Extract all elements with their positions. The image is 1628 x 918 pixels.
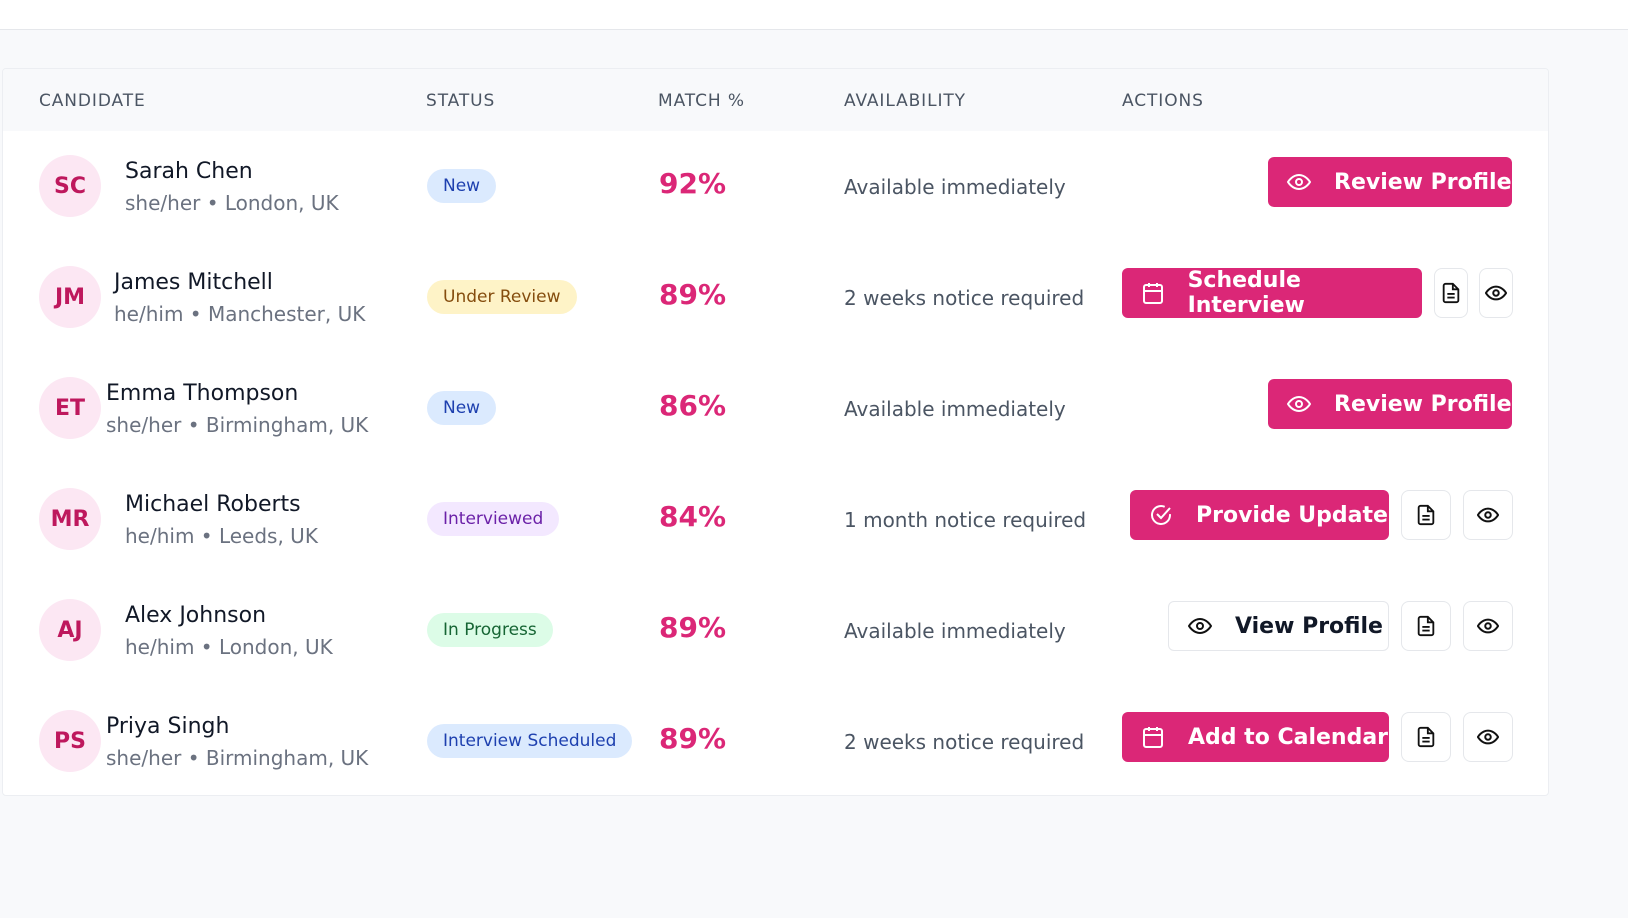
eye-icon bbox=[1477, 726, 1499, 748]
match-percent: 86% bbox=[659, 389, 727, 422]
eye-icon bbox=[1477, 615, 1499, 637]
status-badge: Interviewed bbox=[427, 502, 560, 536]
candidate-meta: she/her • Birmingham, UK bbox=[106, 413, 369, 437]
review-profile-button[interactable]: Review Profile bbox=[1268, 379, 1512, 429]
avatar: MR bbox=[39, 488, 101, 550]
button-label: Schedule Interview bbox=[1187, 268, 1305, 318]
button-label: Add to Calendar bbox=[1188, 724, 1389, 750]
view-button[interactable] bbox=[1463, 490, 1513, 540]
header-actions: ACTIONS bbox=[1122, 91, 1204, 111]
status-badge: Under Review bbox=[427, 280, 577, 314]
status-badge: In Progress bbox=[427, 613, 553, 647]
candidate-meta: she/her • London, UK bbox=[125, 191, 339, 215]
document-icon bbox=[1415, 725, 1437, 749]
view-button[interactable] bbox=[1463, 712, 1513, 762]
calendar-icon bbox=[1140, 724, 1166, 750]
status-badge: New bbox=[427, 169, 497, 203]
availability-text: 2 weeks notice required bbox=[844, 286, 1085, 310]
eye-icon bbox=[1187, 613, 1213, 639]
document-button[interactable] bbox=[1434, 268, 1468, 318]
document-button[interactable] bbox=[1401, 712, 1451, 762]
review-profile-button[interactable]: Review Profile bbox=[1268, 157, 1512, 207]
provide-update-button[interactable]: Provide Update bbox=[1130, 490, 1389, 540]
match-percent: 84% bbox=[659, 500, 727, 533]
schedule-interview-button[interactable]: Schedule Interview bbox=[1122, 268, 1422, 318]
table-row: ET Emma Thompson she/her • Birmingham, U… bbox=[3, 353, 1548, 464]
candidate-name[interactable]: Alex Johnson bbox=[125, 603, 266, 628]
candidate-meta: he/him • Manchester, UK bbox=[114, 302, 366, 326]
availability-text: 2 weeks notice required bbox=[844, 730, 1085, 754]
candidate-name[interactable]: Michael Roberts bbox=[125, 492, 301, 517]
table-row: MR Michael Roberts he/him • Leeds, UK In… bbox=[3, 464, 1548, 575]
candidate-name[interactable]: Priya Singh bbox=[106, 714, 229, 739]
button-label: View Profile bbox=[1235, 613, 1383, 639]
eye-icon bbox=[1286, 169, 1312, 195]
table-row: AJ Alex Johnson he/him • London, UK In P… bbox=[3, 575, 1548, 686]
eye-icon bbox=[1286, 391, 1312, 417]
button-label: Review Profile bbox=[1334, 169, 1512, 195]
view-button[interactable] bbox=[1463, 601, 1513, 651]
avatar: SC bbox=[39, 155, 101, 217]
add-to-calendar-button[interactable]: Add to Calendar bbox=[1122, 712, 1389, 762]
header-candidate: CANDIDATE bbox=[39, 91, 146, 111]
avatar: PS bbox=[39, 710, 101, 772]
match-percent: 89% bbox=[659, 611, 727, 644]
availability-text: Available immediately bbox=[844, 619, 1066, 643]
view-button[interactable] bbox=[1479, 268, 1513, 318]
document-button[interactable] bbox=[1401, 490, 1451, 540]
candidates-table: CANDIDATE STATUS MATCH % AVAILABILITY AC… bbox=[2, 68, 1549, 796]
check-circle-icon bbox=[1148, 502, 1174, 528]
document-icon bbox=[1415, 503, 1437, 527]
document-button[interactable] bbox=[1401, 601, 1451, 651]
document-icon bbox=[1440, 281, 1462, 305]
header-match: MATCH % bbox=[658, 91, 745, 111]
candidate-meta: she/her • Birmingham, UK bbox=[106, 746, 369, 770]
match-percent: 92% bbox=[659, 167, 727, 200]
header-status: STATUS bbox=[426, 91, 496, 111]
candidate-name[interactable]: Sarah Chen bbox=[125, 159, 253, 184]
candidate-meta: he/him • London, UK bbox=[125, 635, 333, 659]
table-row: JM James Mitchell he/him • Manchester, U… bbox=[3, 242, 1548, 353]
avatar: AJ bbox=[39, 599, 101, 661]
availability-text: Available immediately bbox=[844, 175, 1066, 199]
candidate-name[interactable]: James Mitchell bbox=[114, 270, 273, 295]
calendar-icon bbox=[1140, 280, 1166, 306]
view-profile-button[interactable]: View Profile bbox=[1168, 601, 1389, 651]
candidate-name[interactable]: Emma Thompson bbox=[106, 381, 298, 406]
avatar: ET bbox=[39, 377, 101, 439]
availability-text: Available immediately bbox=[844, 397, 1066, 421]
eye-icon bbox=[1477, 504, 1499, 526]
status-badge: Interview Scheduled bbox=[427, 724, 633, 758]
document-icon bbox=[1415, 614, 1437, 638]
avatar: JM bbox=[39, 266, 101, 328]
table-header: CANDIDATE STATUS MATCH % AVAILABILITY AC… bbox=[3, 69, 1548, 131]
eye-icon bbox=[1485, 282, 1507, 304]
candidate-meta: he/him • Leeds, UK bbox=[125, 524, 318, 548]
availability-text: 1 month notice required bbox=[844, 508, 1087, 532]
status-badge: New bbox=[427, 391, 497, 425]
button-label: Provide Update bbox=[1196, 502, 1388, 528]
match-percent: 89% bbox=[659, 278, 727, 311]
top-bar bbox=[0, 0, 1628, 30]
table-row: SC Sarah Chen she/her • London, UK New 9… bbox=[3, 131, 1548, 242]
button-label: Review Profile bbox=[1334, 391, 1512, 417]
match-percent: 89% bbox=[659, 722, 727, 755]
table-row: PS Priya Singh she/her • Birmingham, UK … bbox=[3, 686, 1548, 795]
header-availability: AVAILABILITY bbox=[844, 91, 966, 111]
